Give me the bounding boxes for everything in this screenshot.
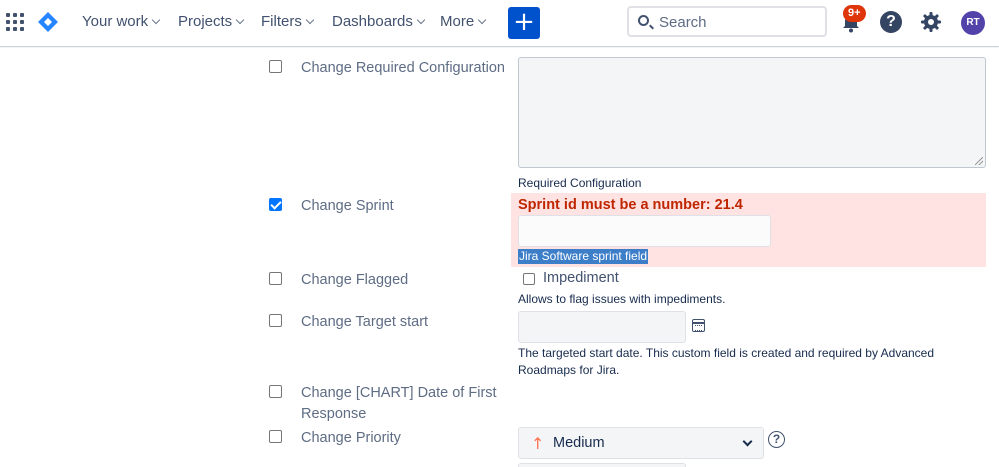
nav-filters[interactable]: Filters	[261, 13, 315, 30]
next-field-input[interactable]	[518, 463, 686, 467]
change-sprint-label: Change Sprint	[301, 198, 394, 214]
search-icon	[638, 15, 649, 26]
nav-more[interactable]: More	[440, 13, 487, 30]
change-target-start-label: Change Target start	[301, 314, 429, 330]
nav-your-work[interactable]: Your work	[82, 13, 161, 30]
nav-more-label: More	[440, 13, 475, 30]
change-required-configuration-label: Change Required Configuration	[301, 60, 505, 76]
search-box[interactable]	[627, 6, 827, 37]
calendar-icon[interactable]	[692, 319, 705, 332]
impediment-label: Impediment	[543, 270, 619, 286]
sprint-error-message: Sprint id must be a number: 21.4	[518, 197, 743, 213]
sprint-input[interactable]	[518, 215, 771, 247]
question-help-icon[interactable]: ?	[768, 431, 785, 448]
flagged-hint: Allows to flag issues with impediments.	[518, 292, 726, 306]
change-priority-checkbox[interactable]	[269, 430, 282, 443]
sprint-field-hint: Jira Software sprint field	[518, 249, 649, 264]
jira-logo-icon[interactable]	[38, 12, 58, 32]
search-input[interactable]	[659, 12, 819, 32]
change-chart-date-label-line2: Response	[301, 406, 367, 422]
target-start-hint-line2: Roadmaps for Jira.	[518, 363, 620, 377]
nav-your-work-label: Your work	[82, 13, 149, 30]
avatar[interactable]: RT	[961, 11, 985, 35]
change-required-configuration-checkbox[interactable]	[269, 60, 282, 73]
required-configuration-hint: Required Configuration	[518, 176, 642, 190]
change-chart-date-label-line1: Change [CHART] Date of First	[301, 385, 497, 401]
priority-value: Medium	[553, 435, 605, 451]
chevron-down-icon	[416, 15, 426, 25]
priority-medium-arrow-icon: ↑	[531, 434, 545, 453]
target-start-hint-line1: The targeted start date. This custom fie…	[518, 346, 935, 360]
resize-handle-icon[interactable]	[975, 157, 983, 165]
change-flagged-label: Change Flagged	[301, 272, 409, 288]
nav-dashboards-label: Dashboards	[332, 13, 413, 30]
help-icon[interactable]: ?	[880, 11, 902, 33]
nav-filters-label: Filters	[261, 13, 302, 30]
top-navigation: Your work Projects Filters Dashboards Mo…	[0, 0, 999, 46]
required-configuration-textarea[interactable]	[518, 57, 986, 168]
chevron-down-icon	[235, 15, 245, 25]
target-start-date-input[interactable]	[518, 311, 686, 343]
nav-projects[interactable]: Projects	[178, 13, 245, 30]
impediment-checkbox[interactable]	[523, 273, 535, 285]
chevron-down-icon	[477, 15, 487, 25]
nav-projects-label: Projects	[178, 13, 233, 30]
change-chart-date-checkbox[interactable]	[269, 385, 282, 398]
chevron-down-icon	[742, 436, 753, 447]
chevron-down-icon	[151, 15, 161, 25]
app-switcher-icon[interactable]	[6, 13, 24, 31]
notification-count-badge: 9+	[843, 5, 866, 22]
gear-icon[interactable]	[920, 11, 942, 33]
priority-select[interactable]: ↑ Medium	[518, 427, 764, 459]
change-priority-label: Change Priority	[301, 430, 401, 446]
change-flagged-checkbox[interactable]	[269, 272, 282, 285]
create-button[interactable]: +	[508, 7, 540, 39]
change-sprint-checkbox[interactable]	[269, 198, 282, 211]
nav-dashboards[interactable]: Dashboards	[332, 13, 426, 30]
chevron-down-icon	[305, 15, 315, 25]
change-target-start-checkbox[interactable]	[269, 314, 282, 327]
